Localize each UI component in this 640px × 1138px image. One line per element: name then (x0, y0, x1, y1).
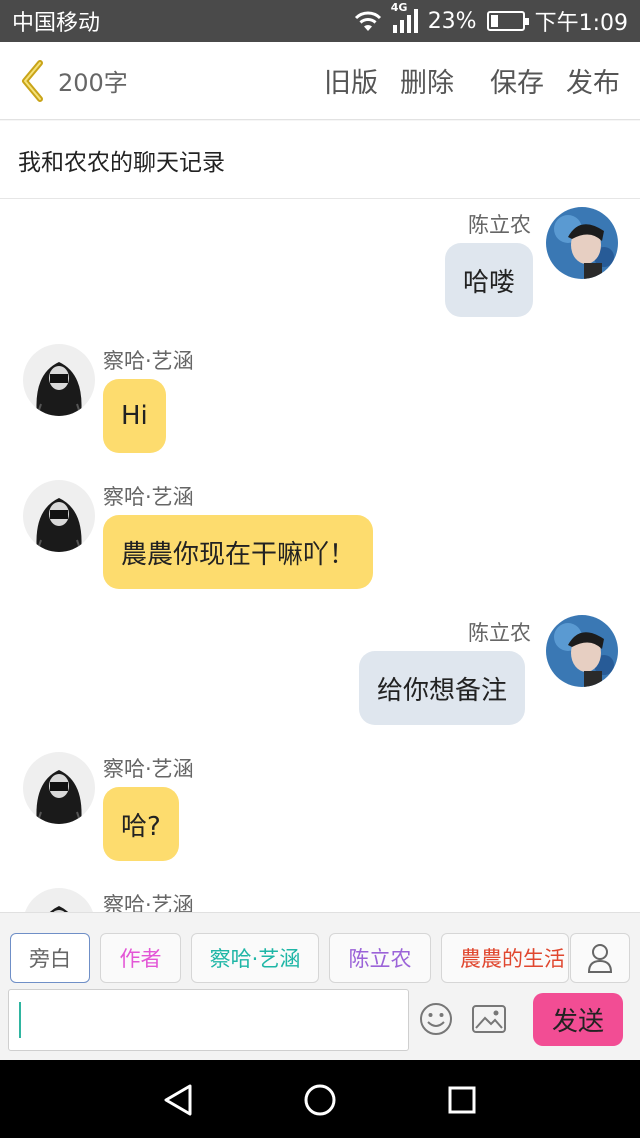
message-bubble[interactable]: 给你想备注 (359, 651, 526, 725)
sender-name: 察哈·艺涵 (103, 485, 194, 509)
back-button[interactable] (8, 42, 58, 120)
role-label: 作者 (119, 947, 162, 971)
text-caret (19, 1002, 21, 1038)
person-icon (587, 944, 613, 973)
wifi-icon (353, 10, 383, 32)
role-chaha-yihan[interactable]: 察哈·艺涵 (191, 933, 319, 983)
nav-home-button[interactable] (300, 1080, 340, 1120)
chevron-left-icon (22, 59, 43, 102)
add-role-button[interactable] (570, 933, 630, 983)
battery-icon (486, 11, 529, 31)
role-nongnong-life[interactable]: 農農的生活 (441, 933, 569, 983)
nav-recents-button[interactable] (442, 1080, 482, 1120)
image-icon (472, 1005, 506, 1033)
role-label: 農農的生活 (460, 947, 565, 971)
avatar[interactable] (546, 207, 618, 279)
header-actions: 旧版 删除 保存 发布 (322, 61, 622, 100)
avatar[interactable] (23, 752, 95, 824)
chat-area[interactable]: 陈立农 哈喽 察哈·艺涵 Hi 察哈·艺涵 農農你现在干嘛吖！ 陈立农 给你想备… (0, 199, 640, 912)
avatar[interactable] (546, 615, 618, 687)
publish-button[interactable]: 发布 (564, 61, 622, 100)
avatar[interactable] (23, 888, 95, 912)
status-bar: 中国移动 4G 23% 下午1:09 (0, 0, 640, 42)
role-selector: 旁白 作者 察哈·艺涵 陈立农 農農的生活 (0, 933, 640, 985)
story-title[interactable]: 我和农农的聊天记录 (0, 121, 640, 199)
sender-name: 察哈·艺涵 (103, 893, 194, 912)
emoji-button[interactable] (416, 999, 456, 1039)
image-button[interactable] (469, 999, 509, 1039)
sender-name: 陈立农 (468, 213, 531, 237)
sender-name: 察哈·艺涵 (103, 349, 194, 373)
square-recents-icon (448, 1086, 476, 1114)
sender-name: 陈立农 (468, 621, 531, 645)
avatar[interactable] (23, 344, 95, 416)
editor-header: 200字 旧版 删除 保存 发布 (0, 42, 640, 120)
message-bubble[interactable]: 哈? (103, 787, 179, 861)
role-author[interactable]: 作者 (100, 933, 181, 983)
avatar[interactable] (23, 480, 95, 552)
word-count: 200字 (58, 69, 128, 97)
save-button[interactable]: 保存 (488, 61, 546, 100)
role-label: 陈立农 (348, 947, 412, 971)
message-bubble[interactable]: Hi (103, 379, 166, 453)
input-panel: 旁白 作者 察哈·艺涵 陈立农 農農的生活 发送 (0, 912, 640, 1060)
battery-percent: 23% (427, 8, 477, 34)
carrier-name: 中国移动 (12, 11, 101, 36)
network-type: 4G (390, 1, 408, 14)
circle-home-icon (304, 1084, 336, 1116)
role-label: 察哈·艺涵 (209, 947, 301, 971)
system-nav-bar (0, 1060, 640, 1138)
role-chen-linong[interactable]: 陈立农 (329, 933, 431, 983)
message-input[interactable] (8, 989, 409, 1051)
nav-back-button[interactable] (158, 1080, 198, 1120)
clock: 下午1:09 (534, 11, 628, 36)
triangle-back-icon (164, 1084, 192, 1116)
role-narrator[interactable]: 旁白 (10, 933, 90, 983)
message-bubble[interactable]: 農農你现在干嘛吖！ (103, 515, 374, 589)
role-label: 旁白 (29, 947, 71, 971)
signal-icon: 4G (391, 1, 418, 33)
smiley-icon (420, 1003, 452, 1035)
old-version-button[interactable]: 旧版 (322, 61, 380, 100)
send-button[interactable]: 发送 (533, 993, 623, 1046)
sender-name: 察哈·艺涵 (103, 757, 194, 781)
message-bubble[interactable]: 哈喽 (445, 243, 534, 317)
delete-button[interactable]: 删除 (398, 61, 456, 100)
status-icons: 4G 23% 下午1:09 (353, 1, 628, 37)
